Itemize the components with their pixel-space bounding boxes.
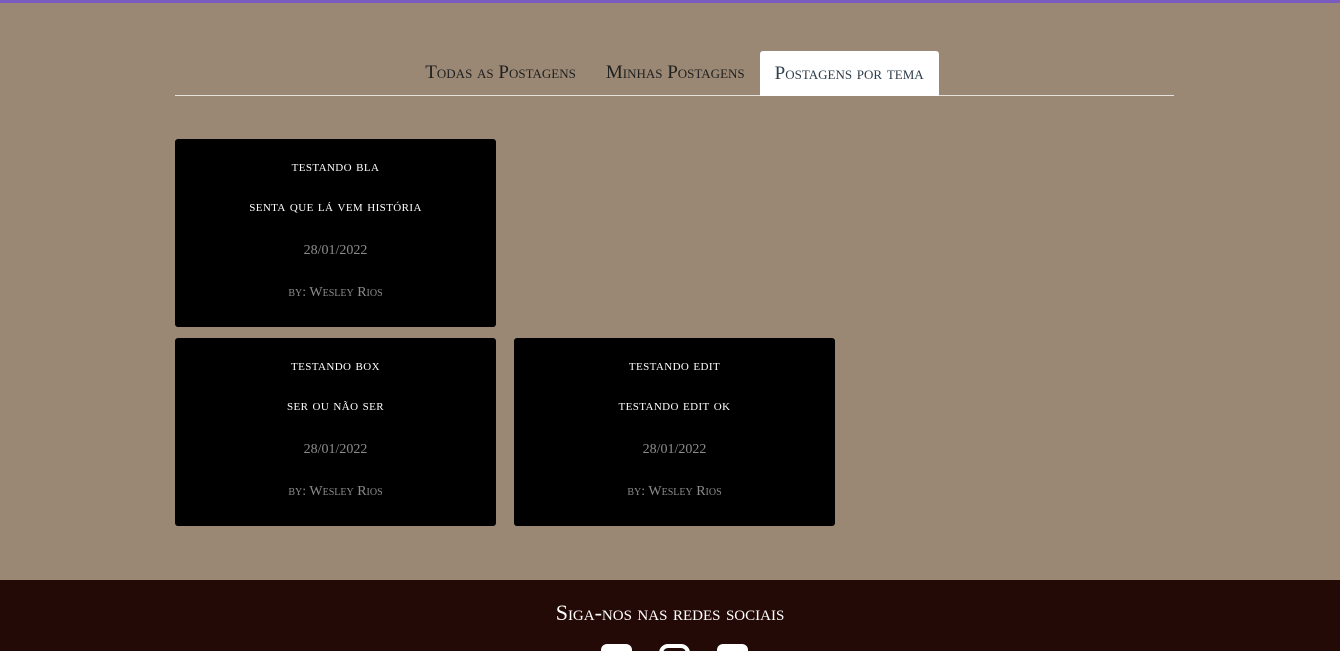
top-accent-bar: [0, 0, 1340, 3]
post-theme: TESTANDO EDIT: [628, 358, 721, 374]
post-author: by: Wesley Rios: [288, 484, 383, 499]
post-theme: TESTANDO BLA: [291, 159, 380, 175]
post-date: 28/01/2022: [642, 442, 707, 457]
instagram-icon[interactable]: [659, 644, 690, 651]
footer-title: Siga-nos nas redes sociais: [555, 600, 785, 625]
linkedin-icon[interactable]: [717, 644, 748, 651]
post-card[interactable]: TESTANDO EDIT TESTANDO EDIT OK 28/01/202…: [514, 338, 835, 526]
post-title: TESTANDO EDIT OK: [618, 398, 731, 414]
site-footer: Siga-nos nas redes sociais: [0, 580, 1340, 651]
tab-my-posts[interactable]: Minhas Postagens: [591, 51, 760, 95]
post-card[interactable]: TESTANDO BOX SER OU NÃO SER 28/01/2022 b…: [175, 338, 496, 526]
post-theme: TESTANDO BOX: [291, 358, 380, 374]
post-title: SENTA QUE LÁ VEM HISTÓRIA: [249, 199, 422, 215]
post-date: 28/01/2022: [303, 442, 368, 457]
post-tabs: Todas as Postagens Minhas Postagens Post…: [175, 51, 1174, 96]
tab-posts-by-theme[interactable]: Postagens por tema: [759, 51, 939, 96]
post-card[interactable]: TESTANDO BLA SENTA QUE LÁ VEM HISTÓRIA 2…: [175, 139, 496, 327]
social-links: [601, 644, 748, 651]
tab-all-posts[interactable]: Todas as Postagens: [410, 51, 591, 95]
post-title: SER OU NÃO SER: [287, 398, 384, 414]
post-date: 28/01/2022: [303, 243, 368, 258]
post-author: by: Wesley Rios: [288, 285, 383, 300]
post-author: by: Wesley Rios: [627, 484, 722, 499]
facebook-icon[interactable]: [601, 644, 632, 651]
